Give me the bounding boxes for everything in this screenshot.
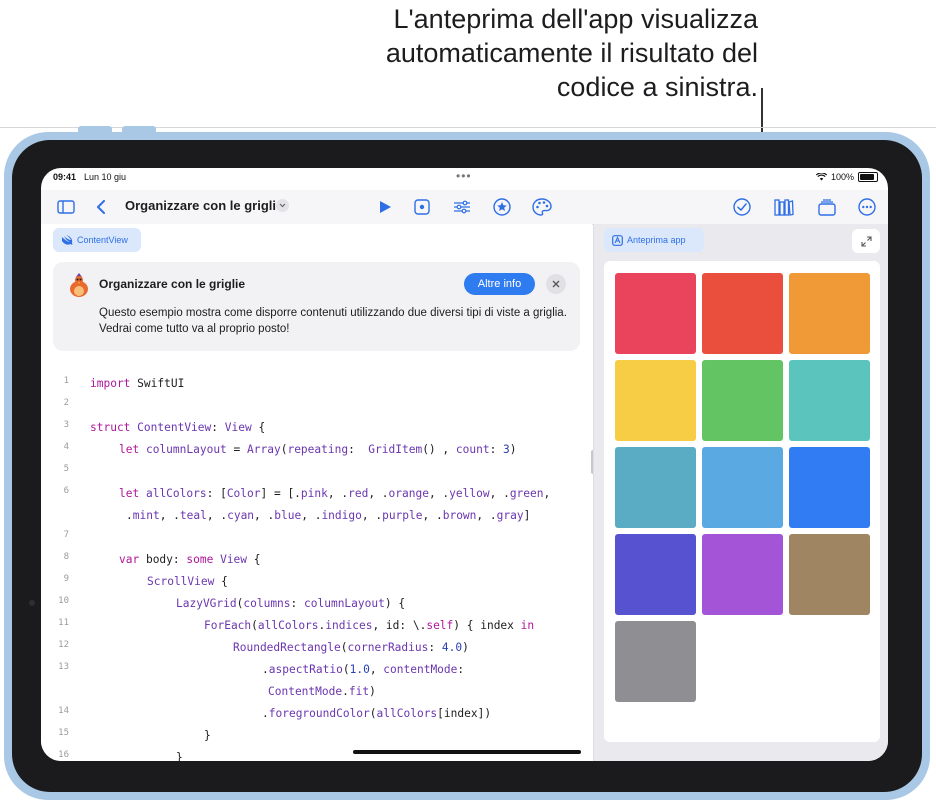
code-line: 8 var body: some View {: [41, 550, 592, 570]
code-editor: ContentView Organizzare con le griglie A…: [41, 224, 592, 761]
color-tile-teal: [615, 447, 696, 528]
battery-percent: 100%: [830, 172, 854, 182]
run-icon[interactable]: [374, 190, 396, 224]
checkmark-icon[interactable]: [731, 190, 753, 224]
color-tile-purple: [702, 534, 783, 615]
app-preview-icon: [612, 234, 623, 246]
line-number: 12: [58, 640, 69, 650]
line-number: 11: [58, 618, 69, 628]
intro-banner: Organizzare con le griglie Altre info Qu…: [53, 262, 580, 351]
status-bar: 09:41 Lun 10 giu ••• 100%: [41, 168, 888, 190]
line-number: 10: [58, 596, 69, 606]
wifi-icon: [815, 173, 827, 181]
close-icon: [552, 280, 560, 288]
code-line: 2: [41, 396, 592, 416]
line-number: 15: [58, 728, 69, 738]
color-tile-green: [702, 360, 783, 441]
banner-body: Questo esempio mostra come disporre cont…: [99, 307, 567, 335]
callout-line-3: codice a sinistra.: [556, 72, 758, 102]
swift-icon: [62, 235, 73, 245]
code-line: 6 let allColors: [Color] = [.pink, .red, …: [41, 484, 592, 504]
callout-line-1: L'anteprima dell'app visualizza: [393, 4, 758, 34]
callout-line-2: automaticamente il risultato del: [385, 38, 758, 68]
line-number: 6: [63, 486, 69, 496]
status-time: 09:41: [53, 172, 77, 182]
more-icon[interactable]: [856, 190, 878, 224]
line-number: 3: [63, 420, 69, 430]
code-line: 1 import SwiftUI: [41, 374, 592, 394]
line-number: 8: [63, 552, 69, 562]
close-banner-button[interactable]: [546, 274, 566, 294]
status-date: Lun 10 giu: [84, 172, 127, 182]
code-line: 3 struct ContentView: View {: [41, 418, 592, 438]
code-line: 5: [41, 462, 592, 482]
title-menu-chevron-icon[interactable]: [276, 199, 289, 212]
color-tile-indigo: [615, 534, 696, 615]
line-number: 13: [58, 662, 69, 672]
multitask-dots-icon[interactable]: •••: [456, 169, 472, 183]
code-line: 13 .aspectRatio(1.0, contentMode:: [41, 660, 592, 680]
line-number: 14: [58, 706, 69, 716]
line-number: 9: [63, 574, 69, 584]
volume-button: [122, 126, 156, 132]
code-line: 14 .foregroundColor(allColors[index]): [41, 704, 592, 724]
more-info-button[interactable]: Altre info: [464, 273, 535, 295]
swift-bird-logo-icon: [70, 273, 88, 297]
screen: 09:41 Lun 10 giu ••• 100% Organizzare co…: [41, 168, 888, 761]
sliders-icon[interactable]: [451, 190, 473, 224]
contentview-chip[interactable]: ContentView: [53, 228, 141, 252]
code-line: 10 LazyVGrid(columns: columnLayout) {: [41, 594, 592, 614]
toolbar: Organizzare con le griglie: [41, 190, 888, 225]
line-number: 4: [63, 442, 69, 452]
code-line: 12 RoundedRectangle(cornerRadius: 4.0): [41, 638, 592, 658]
app-preview-pane: Anteprima app: [593, 224, 888, 761]
app-preview-chip[interactable]: Anteprima app: [604, 228, 704, 252]
expand-icon: [860, 235, 872, 247]
code-line: 11 ForEach(allColors.indices, id: \.self)…: [41, 616, 592, 636]
expand-preview-button[interactable]: [852, 229, 880, 253]
sidebar-icon[interactable]: [55, 190, 77, 224]
color-tile-cyan: [702, 447, 783, 528]
preview-canvas: [604, 261, 880, 742]
star-icon[interactable]: [491, 190, 513, 224]
code-line: .mint, .teal, .cyan, .blue, .indigo, .pu…: [126, 509, 531, 522]
color-tile-mint: [789, 360, 870, 441]
back-chevron-icon[interactable]: [93, 190, 109, 224]
code-line: ContentMode.fit): [268, 685, 376, 698]
color-tile-pink: [615, 273, 696, 354]
color-tile-brown: [789, 534, 870, 615]
document-title[interactable]: Organizzare con le griglie: [125, 198, 283, 213]
volume-button: [78, 126, 112, 132]
line-number: 16: [58, 750, 69, 760]
line-number: 2: [63, 398, 69, 408]
home-indicator: [353, 750, 581, 754]
banner-title: Organizzare con le griglie: [99, 277, 246, 291]
step-icon[interactable]: [411, 190, 433, 224]
line-number: 1: [63, 376, 69, 386]
callout-text: L'anteprima dell'app visualizza automati…: [386, 2, 758, 104]
code-line: 7: [41, 528, 592, 548]
code-line: 9 ScrollView {: [41, 572, 592, 592]
color-tile-yellow: [615, 360, 696, 441]
palette-icon[interactable]: [531, 190, 553, 224]
color-tile-gray: [615, 621, 696, 702]
battery-icon: [858, 172, 878, 182]
contentview-label: ContentView: [77, 235, 128, 245]
color-tile-orange: [789, 273, 870, 354]
camera: [29, 600, 35, 606]
line-number: 7: [63, 530, 69, 540]
app-preview-label: Anteprima app: [627, 235, 686, 245]
color-tile-blue: [789, 447, 870, 528]
code-line: 4 let columnLayout = Array(repeating: Gri…: [41, 440, 592, 460]
color-tile-red: [702, 273, 783, 354]
windows-icon[interactable]: [816, 190, 838, 224]
line-number: 5: [63, 464, 69, 474]
library-icon[interactable]: [773, 190, 795, 224]
code-line: 15}: [41, 726, 592, 746]
